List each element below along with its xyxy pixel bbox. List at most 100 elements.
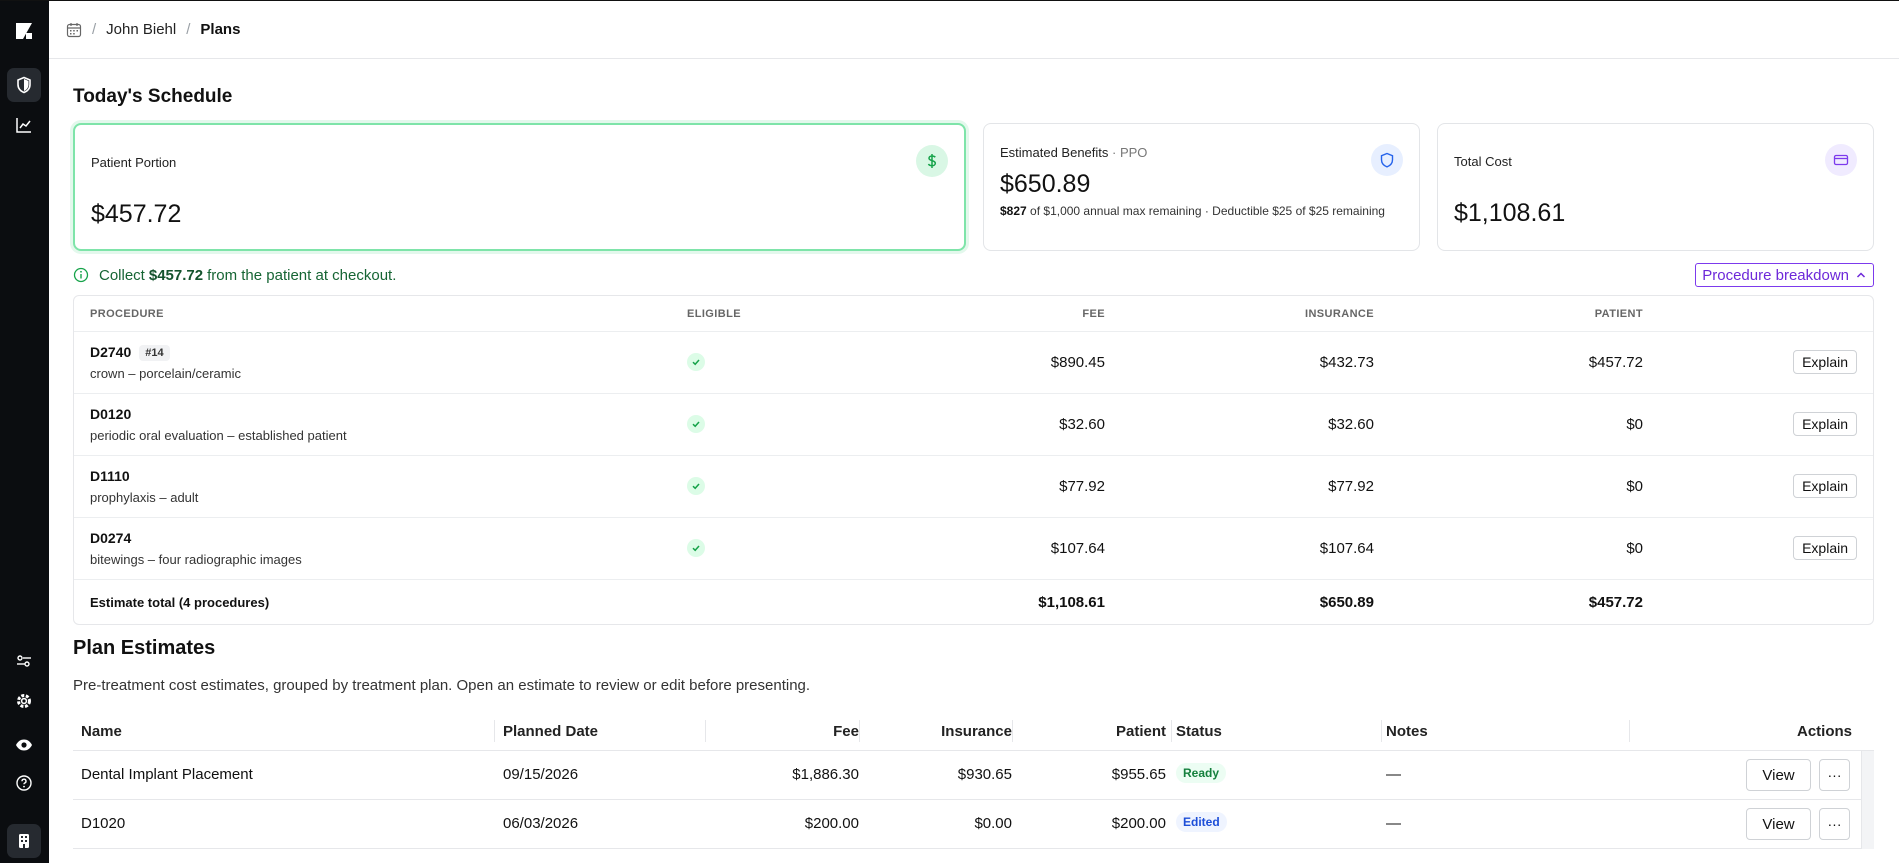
procedure-cell: D0274 bitewings – four radiographic imag… (90, 530, 302, 567)
procedure-breakdown-button[interactable]: Procedure breakdown (1695, 263, 1874, 287)
col-patient[interactable]: Patient (1116, 723, 1166, 740)
col-planned-date[interactable]: Planned Date (503, 723, 598, 740)
explain-button[interactable]: Explain (1793, 536, 1857, 560)
col-divider (1171, 720, 1172, 742)
sidebar-item-preview[interactable] (7, 728, 41, 762)
explain-button[interactable]: Explain (1793, 474, 1857, 498)
plan-fee: $1,886.30 (792, 766, 859, 783)
col-status[interactable]: Status (1176, 723, 1222, 740)
more-actions-button[interactable]: ··· (1819, 759, 1850, 791)
help-icon (16, 775, 32, 791)
col-divider (705, 720, 706, 742)
plan-notes: — (1386, 766, 1401, 783)
procedure-fee: $32.60 (1059, 416, 1105, 433)
view-button[interactable]: View (1746, 759, 1811, 791)
procedure-description: bitewings – four radiographic images (90, 552, 302, 567)
total-cost-label: Total Cost (1454, 154, 1512, 169)
more-actions-button[interactable]: ··· (1819, 808, 1850, 840)
col-fee: FEE (1082, 308, 1105, 320)
benefits-amount: $650.89 (1000, 170, 1091, 198)
breadcrumb-separator: / (92, 21, 97, 38)
gear-icon (17, 694, 31, 708)
explain-button[interactable]: Explain (1793, 350, 1857, 374)
plan-row[interactable]: Dental Implant Placement 09/15/2026 $1,8… (73, 751, 1874, 800)
col-divider (859, 720, 860, 742)
credit-card-icon (1825, 144, 1857, 176)
explain-button[interactable]: Explain (1793, 412, 1857, 436)
plan-patient: $955.65 (1111, 766, 1166, 783)
col-divider (494, 720, 495, 742)
summary-cards: Patient Portion $457.72 Estimated Benefi… (73, 123, 1874, 251)
plan-date: 09/15/2026 (503, 766, 579, 783)
procedure-insurance: $432.73 (1319, 354, 1374, 371)
procedure-breakdown-label: Procedure breakdown (1702, 266, 1849, 284)
eye-icon (16, 739, 32, 751)
procedure-patient: $0 (1626, 540, 1643, 557)
plan-notes: — (1386, 815, 1401, 832)
procedure-insurance: $107.64 (1319, 540, 1374, 557)
col-notes[interactable]: Notes (1386, 723, 1428, 740)
procedure-description: crown – porcelain/ceramic (90, 366, 242, 381)
collect-post: from the patient at checkout. (207, 266, 397, 284)
procedure-row: D0120 periodic oral evaluation – establi… (74, 394, 1873, 456)
view-button[interactable]: View (1746, 808, 1811, 840)
col-insurance[interactable]: Insurance (941, 723, 1012, 740)
col-divider (1381, 720, 1382, 742)
sidebar-item-plans[interactable] (7, 68, 41, 102)
plan-name: D1020 (81, 815, 126, 832)
sidebar-item-analytics[interactable] (7, 108, 41, 142)
plan-patient: $200.00 (1111, 815, 1166, 832)
tooth-tag: #14 (139, 345, 170, 361)
patient-portion-amount: $457.72 (91, 200, 182, 228)
page-content: Today's Schedule Patient Portion $457.72… (73, 59, 1874, 849)
sidebar-item-filters[interactable] (7, 644, 41, 678)
collect-pre: Collect (99, 266, 145, 284)
sidebar-item-settings[interactable] (7, 684, 41, 718)
col-insurance: INSURANCE (1305, 308, 1374, 320)
procedure-table-header: PROCEDURE ELIGIBLE FEE INSURANCE PATIENT (74, 296, 1873, 332)
logo-icon (16, 23, 32, 39)
procedure-row: D2740 #14 crown – porcelain/ceramic $890.… (74, 332, 1873, 394)
procedure-fee: $77.92 (1059, 478, 1105, 495)
patient-portion-card: Patient Portion $457.72 (73, 123, 966, 251)
procedure-total-row: Estimate total (4 procedures) $1,108.61 … (74, 580, 1873, 624)
col-eligible: ELIGIBLE (687, 308, 741, 320)
calendar-icon[interactable] (66, 22, 82, 38)
col-fee[interactable]: Fee (833, 723, 859, 740)
plan-insurance: $0.00 (974, 815, 1012, 832)
plan-insurance: $930.65 (957, 766, 1012, 783)
benefits-subtext: $827 of $1,000 annual max remaining · De… (1000, 204, 1385, 218)
app-logo[interactable] (7, 14, 41, 48)
total-patient: $457.72 (1588, 594, 1643, 611)
sidebar-item-help[interactable] (7, 766, 41, 800)
app: / John Biehl / Plans Today's Schedule Pa… (0, 0, 1899, 863)
procedure-code: D1110 (90, 468, 130, 484)
plan-estimates-description: Pre-treatment cost estimates, grouped by… (73, 677, 811, 694)
procedure-description: periodic oral evaluation – established p… (90, 428, 347, 443)
procedure-code: D2740 (90, 344, 132, 360)
col-patient: PATIENT (1594, 308, 1643, 320)
chart-line-icon (16, 118, 31, 133)
plan-estimates-table: Name Planned Date Fee Insurance Patient … (73, 711, 1874, 849)
chevron-up-icon (1856, 272, 1866, 278)
sidebar-item-office[interactable] (7, 824, 41, 858)
plan-fee: $200.00 (804, 815, 859, 832)
procedure-code: D0274 (90, 530, 132, 546)
procedure-cell: D2740 #14 crown – porcelain/ceramic (90, 344, 241, 381)
sliders-icon (17, 655, 31, 667)
total-cost-amount: $1,108.61 (1454, 199, 1566, 227)
shield-icon (17, 76, 31, 94)
procedure-cell: D1110 prophylaxis – adult (90, 468, 198, 505)
table-scrollbar[interactable] (1861, 751, 1874, 849)
col-name[interactable]: Name (81, 723, 122, 740)
procedure-patient: $457.72 (1588, 354, 1643, 371)
procedure-fee: $890.45 (1050, 354, 1105, 371)
breadcrumb-patient[interactable]: John Biehl (106, 21, 176, 38)
procedure-fee: $107.64 (1050, 540, 1105, 557)
patient-portion-label: Patient Portion (91, 155, 177, 170)
procedure-row: D0274 bitewings – four radiographic imag… (74, 518, 1873, 580)
plan-row[interactable]: D1020 06/03/2026 $200.00 $0.00 $200.00 E… (73, 800, 1874, 849)
sidebar-rail (0, 1, 49, 863)
eligible-check-icon (687, 477, 705, 495)
total-label: Estimate total (4 procedures) (90, 595, 270, 610)
